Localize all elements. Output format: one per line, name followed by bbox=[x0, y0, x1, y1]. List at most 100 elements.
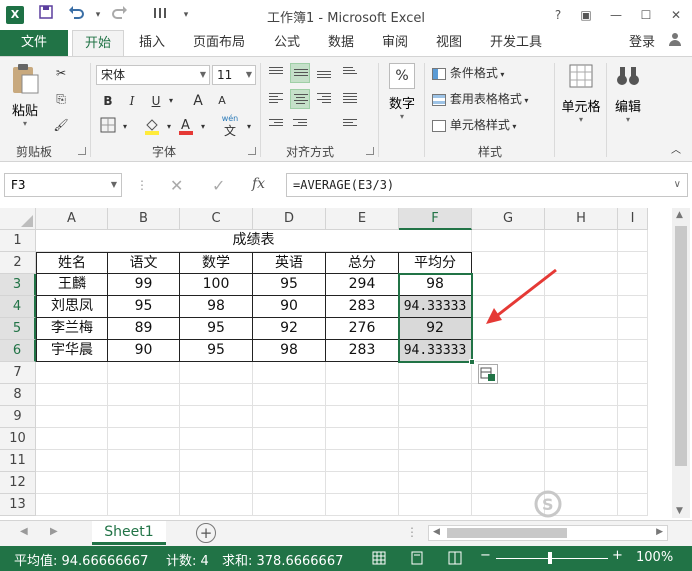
table-cell[interactable]: 95 bbox=[253, 274, 326, 296]
row-header[interactable]: 13 bbox=[0, 494, 36, 516]
paste-dropdown-icon[interactable]: ▾ bbox=[8, 119, 42, 128]
column-header[interactable]: C bbox=[180, 208, 253, 230]
table-cell[interactable]: 刘思凤 bbox=[36, 296, 108, 318]
cell[interactable] bbox=[472, 230, 545, 252]
cell[interactable] bbox=[618, 384, 648, 406]
page-break-view-icon[interactable] bbox=[448, 551, 462, 569]
table-cell[interactable]: 283 bbox=[326, 340, 399, 362]
tab-view[interactable]: 视图 bbox=[424, 30, 474, 56]
cell[interactable] bbox=[399, 384, 472, 406]
wrap-text-icon[interactable] bbox=[340, 115, 360, 135]
font-launcher-icon[interactable] bbox=[248, 147, 256, 155]
paste-button[interactable]: 粘贴 ▾ bbox=[8, 63, 42, 128]
underline-button[interactable]: U bbox=[146, 91, 166, 111]
cell[interactable] bbox=[326, 472, 399, 494]
cell[interactable] bbox=[472, 252, 545, 274]
zoom-in-button[interactable]: + bbox=[612, 548, 623, 563]
table-cell[interactable]: 95 bbox=[180, 318, 253, 340]
align-right-icon[interactable] bbox=[314, 89, 334, 109]
scroll-right-arrow-icon[interactable]: ▶ bbox=[656, 527, 663, 537]
table-cell[interactable]: 89 bbox=[108, 318, 180, 340]
cell[interactable] bbox=[399, 450, 472, 472]
row-header[interactable]: 5 bbox=[0, 318, 36, 340]
scroll-right-icon[interactable]: ▶ bbox=[50, 526, 58, 537]
table-cell[interactable]: 宇华晨 bbox=[36, 340, 108, 362]
cell[interactable] bbox=[399, 362, 472, 384]
cell[interactable] bbox=[545, 318, 618, 340]
table-cell[interactable]: 95 bbox=[180, 340, 253, 362]
row-header[interactable]: 8 bbox=[0, 384, 36, 406]
row-header[interactable]: 11 bbox=[0, 450, 36, 472]
column-header[interactable]: E bbox=[326, 208, 399, 230]
column-header[interactable]: F bbox=[399, 208, 472, 230]
cell[interactable] bbox=[253, 406, 326, 428]
formula-input[interactable]: =AVERAGE(E3/3) ∨ bbox=[286, 173, 688, 197]
zoom-out-button[interactable]: − bbox=[480, 548, 491, 563]
cell[interactable] bbox=[180, 384, 253, 406]
cell[interactable] bbox=[618, 252, 648, 274]
quick-analysis-icon[interactable] bbox=[478, 364, 498, 384]
cell[interactable] bbox=[180, 494, 253, 516]
merge-center-icon[interactable] bbox=[340, 89, 360, 109]
page-layout-view-icon[interactable] bbox=[410, 551, 424, 569]
row-header[interactable]: 9 bbox=[0, 406, 36, 428]
table-title-cell[interactable]: 成绩表 bbox=[36, 230, 472, 252]
enter-icon[interactable]: ✓ bbox=[212, 176, 225, 195]
cell[interactable] bbox=[36, 428, 108, 450]
format-painter-icon[interactable]: 🖌 bbox=[50, 115, 72, 135]
cell[interactable] bbox=[472, 428, 545, 450]
column-header[interactable]: G bbox=[472, 208, 545, 230]
cell[interactable] bbox=[36, 362, 108, 384]
cell[interactable] bbox=[618, 362, 648, 384]
tab-data[interactable]: 数据 bbox=[316, 30, 366, 56]
row-header[interactable]: 6 bbox=[0, 340, 36, 362]
table-header-cell[interactable]: 语文 bbox=[108, 252, 180, 274]
tab-review[interactable]: 审阅 bbox=[370, 30, 420, 56]
table-header-cell[interactable]: 平均分 bbox=[399, 252, 472, 274]
cell[interactable] bbox=[326, 450, 399, 472]
average-cell[interactable]: 92 bbox=[399, 318, 472, 340]
table-cell[interactable]: 92 bbox=[253, 318, 326, 340]
copy-icon[interactable]: ⎘ bbox=[50, 89, 72, 109]
column-header[interactable]: D bbox=[253, 208, 326, 230]
insert-function-button[interactable]: fx bbox=[252, 176, 265, 192]
row-header[interactable]: 1 bbox=[0, 230, 36, 252]
column-header[interactable]: B bbox=[108, 208, 180, 230]
fill-color-dropdown-icon[interactable]: ▾ bbox=[164, 117, 174, 137]
cells-dropdown-icon[interactable]: ▾ bbox=[558, 115, 604, 124]
cell[interactable] bbox=[618, 230, 648, 252]
name-box[interactable]: F3 ▼ bbox=[4, 173, 122, 197]
zoom-slider[interactable] bbox=[496, 558, 608, 559]
cell[interactable] bbox=[326, 428, 399, 450]
sheet-tab-sheet1[interactable]: Sheet1 bbox=[92, 521, 166, 545]
table-cell[interactable]: 276 bbox=[326, 318, 399, 340]
cell[interactable] bbox=[108, 428, 180, 450]
table-cell[interactable]: 283 bbox=[326, 296, 399, 318]
horizontal-scroll-thumb[interactable] bbox=[447, 528, 567, 538]
add-sheet-button[interactable]: + bbox=[196, 523, 216, 543]
cell[interactable] bbox=[180, 406, 253, 428]
grow-font-button[interactable]: A bbox=[188, 91, 208, 111]
font-color-dropdown-icon[interactable]: ▾ bbox=[198, 117, 208, 137]
fill-color-icon[interactable] bbox=[142, 117, 162, 137]
increase-indent-icon[interactable] bbox=[290, 115, 310, 135]
editing-dropdown-icon[interactable]: ▾ bbox=[610, 115, 646, 124]
row-header[interactable]: 4 bbox=[0, 296, 36, 318]
table-header-cell[interactable]: 总分 bbox=[326, 252, 399, 274]
cell[interactable] bbox=[545, 362, 618, 384]
cell[interactable] bbox=[108, 472, 180, 494]
cell[interactable] bbox=[253, 450, 326, 472]
table-cell[interactable]: 100 bbox=[180, 274, 253, 296]
fill-handle[interactable] bbox=[469, 359, 475, 365]
normal-view-icon[interactable] bbox=[372, 551, 386, 569]
cell[interactable] bbox=[545, 450, 618, 472]
scroll-left-arrow-icon[interactable]: ◀ bbox=[433, 527, 440, 537]
cell[interactable] bbox=[180, 450, 253, 472]
cell[interactable] bbox=[36, 384, 108, 406]
average-cell[interactable]: 94.33333 bbox=[399, 296, 472, 318]
table-header-cell[interactable]: 英语 bbox=[253, 252, 326, 274]
phonetic-button[interactable]: wén 文 bbox=[216, 113, 244, 141]
cell[interactable] bbox=[545, 428, 618, 450]
ribbon-display-button[interactable]: ▣ bbox=[574, 5, 598, 25]
cell[interactable] bbox=[36, 450, 108, 472]
